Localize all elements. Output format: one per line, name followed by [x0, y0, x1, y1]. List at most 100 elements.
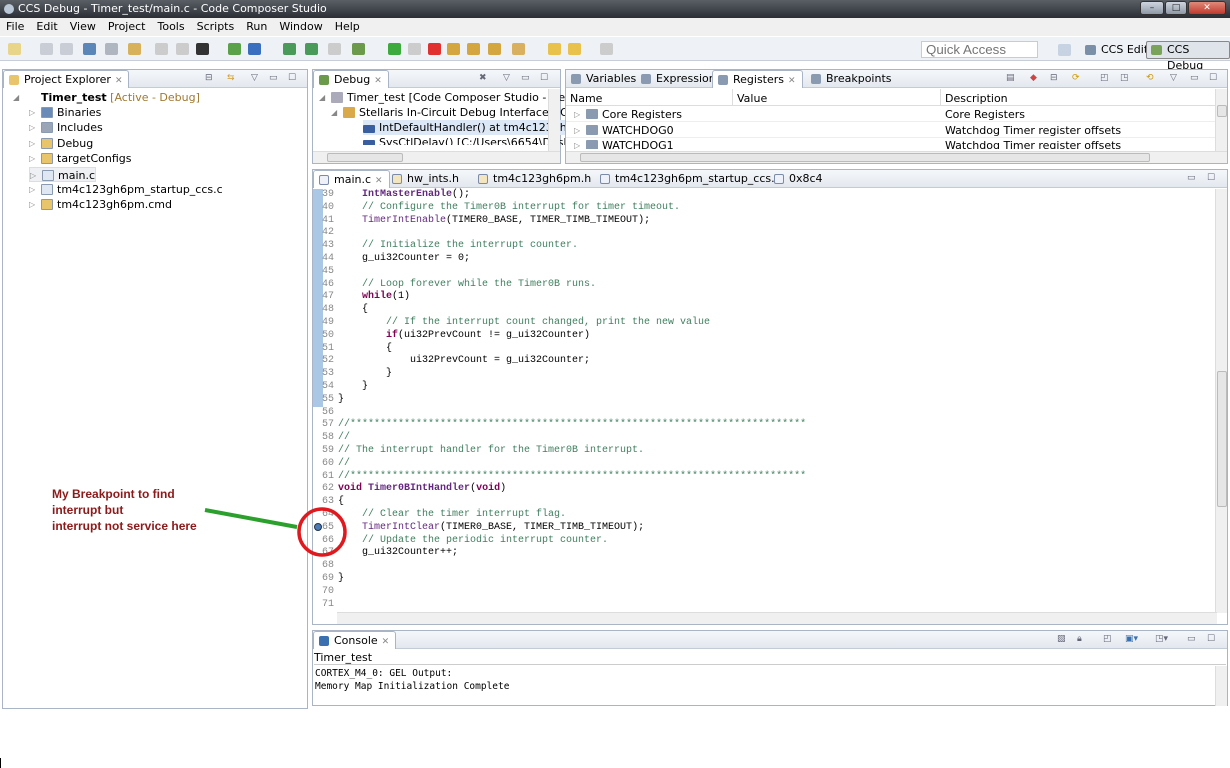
code-line[interactable]: 46 // Loop forever while the Timer0B run… — [313, 278, 1227, 291]
code-line[interactable]: 39 IntMasterEnable(); — [313, 188, 1227, 201]
expand-icon[interactable]: ▷ — [29, 120, 35, 135]
step-return-icon[interactable] — [488, 43, 501, 55]
menu-tools[interactable]: Tools — [151, 20, 190, 33]
breakpoint-icon[interactable] — [314, 522, 322, 531]
code-line[interactable]: 59// The interrupt handler for the Timer… — [313, 444, 1227, 457]
debug-view-icon[interactable] — [83, 43, 96, 55]
close-icon[interactable]: ✕ — [788, 76, 796, 86]
menu-file[interactable]: File — [0, 20, 30, 33]
menu-run[interactable]: Run — [240, 20, 273, 33]
menu-window[interactable]: Window — [273, 20, 328, 33]
tree-item-main-c[interactable]: ▷ main.c — [29, 166, 97, 183]
vertical-scrollbar[interactable] — [1215, 666, 1227, 706]
debug-icon[interactable] — [352, 43, 365, 55]
tree-item-includes[interactable]: ▷ Includes — [29, 120, 103, 135]
perspective-ccs-edit[interactable]: CCS Edit — [1080, 41, 1153, 59]
code-line[interactable]: 61//************************************… — [313, 470, 1227, 483]
maximize-button[interactable]: □ — [1165, 1, 1187, 15]
expand-icon[interactable]: ▷ — [30, 168, 36, 183]
sync-icon[interactable]: ⟲ — [1146, 73, 1154, 83]
build-icon[interactable] — [248, 43, 261, 55]
restart-icon[interactable] — [228, 43, 241, 55]
tab-project-explorer[interactable]: Project Explorer ✕ — [3, 70, 130, 88]
remove-terminated-icon[interactable]: ✖ — [479, 73, 487, 83]
code-line[interactable]: 55} — [313, 393, 1227, 406]
breakpoint-icon[interactable] — [155, 43, 168, 55]
step-over-icon[interactable] — [467, 43, 480, 55]
code-line[interactable]: 52 ui32PrevCount = g_ui32Counter; — [313, 354, 1227, 367]
horizontal-scrollbar[interactable] — [337, 612, 1217, 624]
view-menu-icon[interactable]: ▽ — [251, 73, 258, 83]
code-line[interactable]: 62 void Timer0BIntHandler(void) — [313, 482, 1227, 495]
collapse-all-icon[interactable]: ⊟ — [1050, 73, 1058, 83]
editor-tab-0x8c4[interactable]: 0x8c4 — [769, 170, 829, 188]
pin-icon[interactable]: ◳ — [1120, 73, 1129, 83]
scroll-lock-icon[interactable]: 🔒︎ — [1077, 634, 1082, 644]
open-console-icon[interactable]: ◳▾ — [1155, 634, 1168, 644]
editor-tab-tm4c123gh6pm-h[interactable]: tm4c123gh6pm.h — [473, 170, 597, 188]
collapse-all-icon[interactable]: ⊟ — [205, 73, 213, 83]
perspective-ccs-debug[interactable]: CCS Debug — [1146, 41, 1230, 72]
code-line[interactable]: 68 — [313, 559, 1227, 572]
forward-icon[interactable] — [600, 43, 613, 55]
resume-icon[interactable] — [388, 43, 401, 55]
maximize-icon[interactable]: ☐ — [288, 73, 296, 83]
view-menu-icon[interactable]: ▽ — [1170, 73, 1177, 83]
close-icon[interactable]: ✕ — [374, 76, 382, 86]
code-line[interactable]: 41 TimerIntEnable(TIMER0_BASE, TIMER_TIM… — [313, 214, 1227, 227]
register-row[interactable]: ▷ WATCHDOG1 Watchdog Timer register offset… — [566, 138, 1216, 149]
last-edit-icon[interactable] — [548, 43, 561, 55]
view-menu-icon[interactable]: ▽ — [503, 73, 510, 83]
code-line[interactable]: 70 — [313, 585, 1227, 598]
code-line[interactable]: 54 } — [313, 380, 1227, 393]
close-icon[interactable]: ✕ — [115, 76, 123, 86]
maximize-icon[interactable]: ☐ — [1207, 173, 1215, 183]
assembly-step-over-icon[interactable] — [305, 43, 318, 55]
tree-item-binaries[interactable]: ▷ Binaries — [29, 105, 101, 120]
menu-view[interactable]: View — [64, 20, 102, 33]
code-line[interactable]: 47 while(1) — [313, 290, 1227, 303]
console-output[interactable]: CORTEX_M4_0: GEL Output: Memory Map Init… — [315, 667, 509, 693]
tree-item-targetconfigs[interactable]: ▷ targetConfigs — [29, 151, 131, 166]
format-icon[interactable]: ◆ — [1030, 73, 1037, 83]
new-register-group-icon[interactable]: ▤ — [1006, 73, 1015, 83]
tree-item-project[interactable]: ◢ Timer_test [Active - Debug] — [13, 90, 200, 105]
save-all-icon[interactable] — [60, 43, 73, 55]
code-line[interactable]: 58// — [313, 431, 1227, 444]
code-line[interactable]: 49 // If the interrupt count changed, pr… — [313, 316, 1227, 329]
close-button[interactable]: ✕ — [1188, 1, 1226, 15]
code-line[interactable]: 45 — [313, 265, 1227, 278]
vertical-scrollbar[interactable] — [1215, 89, 1227, 151]
debug-item-target[interactable]: ◢ Stellaris In-Circuit Debug Interface/CO… — [331, 105, 576, 120]
code-line[interactable]: 64 // Clear the timer interrupt flag. — [313, 508, 1227, 521]
remove-breakpoint-icon[interactable] — [176, 43, 189, 55]
expand-icon[interactable]: ▷ — [574, 123, 580, 138]
code-line[interactable]: 53 } — [313, 367, 1227, 380]
column-name[interactable]: Name — [570, 92, 602, 105]
code-line[interactable]: 48 { — [313, 303, 1227, 316]
close-icon[interactable]: ✕ — [375, 176, 383, 186]
code-line[interactable]: 44 g_ui32Counter = 0; — [313, 252, 1227, 265]
vertical-scrollbar[interactable] — [1215, 189, 1227, 613]
horizontal-scrollbar[interactable] — [566, 151, 1227, 163]
terminate-icon[interactable] — [428, 43, 441, 55]
code-line[interactable]: 65 TimerIntClear(TIMER0_BASE, TIMER_TIMB… — [313, 521, 1227, 534]
tab-registers[interactable]: Registers ✕ — [712, 70, 803, 88]
external-tools-icon[interactable] — [512, 43, 525, 55]
maximize-icon[interactable]: ☐ — [1209, 73, 1217, 83]
register-row[interactable]: ▷ WATCHDOG0 Watchdog Timer register offset… — [566, 123, 1216, 138]
load-program-icon[interactable] — [128, 43, 141, 55]
code-line[interactable]: 42 — [313, 226, 1227, 239]
minimize-icon[interactable]: ▭ — [1190, 73, 1199, 83]
code-line[interactable]: 56 — [313, 406, 1227, 419]
clear-console-icon[interactable]: ▧ — [1057, 634, 1066, 644]
code-line[interactable]: 57//************************************… — [313, 418, 1227, 431]
menu-scripts[interactable]: Scripts — [191, 20, 241, 33]
code-line[interactable]: 66 // Update the periodic interrupt coun… — [313, 534, 1227, 547]
assembly-step-into-icon[interactable] — [283, 43, 296, 55]
column-description[interactable]: Description — [945, 92, 1008, 105]
minimize-icon[interactable]: ▭ — [1187, 173, 1196, 183]
save-icon[interactable] — [40, 43, 53, 55]
editor-tab-hw-ints-h[interactable]: hw_ints.h — [387, 170, 465, 188]
minimize-button[interactable]: – — [1140, 1, 1164, 15]
